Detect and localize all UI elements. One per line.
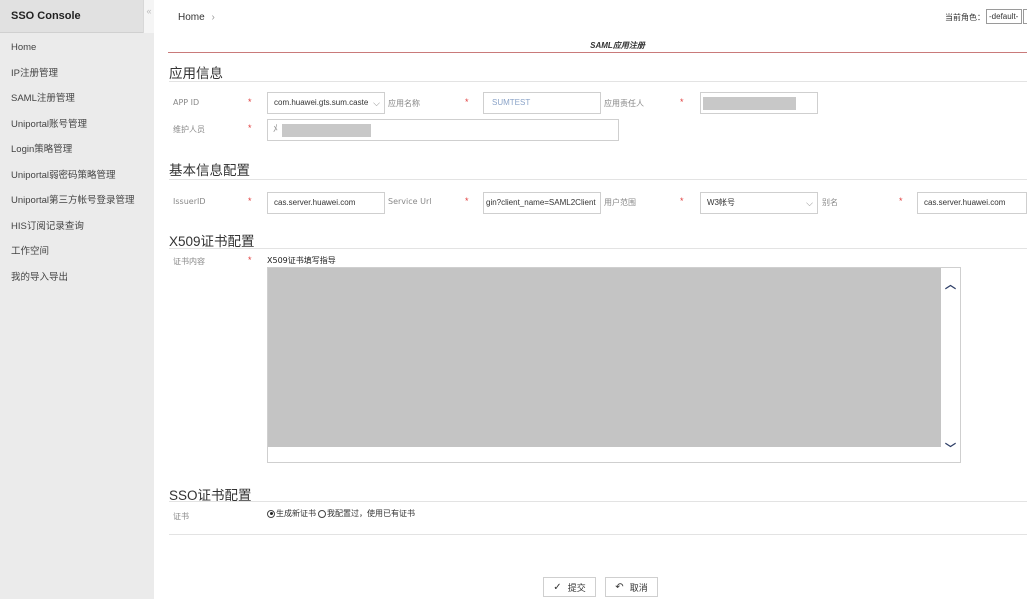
sidebar-header: SSO Console « <box>0 0 154 33</box>
alias-input[interactable]: cas.server.huawei.com <box>917 192 1027 214</box>
section-title-basic-config: 基本信息配置 <box>169 163 250 178</box>
radio-new-cert-label[interactable]: 生成新证书 <box>276 508 316 519</box>
cert-content-label: 证书内容 <box>173 257 205 266</box>
cert-label: 证书 <box>173 512 189 521</box>
section-divider <box>169 534 1027 535</box>
role-select-secondary[interactable] <box>1023 9 1027 24</box>
sidebar-item-home[interactable]: Home <box>0 35 154 61</box>
required-mark: * <box>248 123 252 133</box>
top-bar: Home › 当前角色： -default- <box>154 0 1027 34</box>
section-divider <box>169 179 1027 180</box>
user-scope-select[interactable]: W3帐号 ⌵ <box>700 192 818 214</box>
owner-input[interactable] <box>700 92 818 114</box>
alias-label: 别名 <box>822 198 838 207</box>
cert-option-group: 生成新证书 我配置过，使用已有证书 <box>267 508 415 519</box>
sso-console-app: SSO Console « Home IP注册管理 SAML注册管理 Unipo… <box>0 0 1027 599</box>
app-name-label: 应用名称 <box>388 99 420 108</box>
sidebar-nav: Home IP注册管理 SAML注册管理 Uniportal账号管理 Login… <box>0 33 154 290</box>
redacted-owner <box>703 97 796 110</box>
maintainer-label: 维护人员 <box>173 125 205 134</box>
issuer-id-input[interactable]: cas.server.huawei.com <box>267 192 385 214</box>
redacted-cert-content <box>268 268 941 447</box>
app-id-label: APP ID <box>173 98 200 107</box>
required-mark: * <box>248 255 252 265</box>
redacted-maintainer <box>282 124 371 137</box>
chevron-down-icon: ⌵ <box>373 98 380 108</box>
app-title: SSO Console <box>11 10 81 22</box>
section-divider <box>169 501 1027 502</box>
x509-guide-link[interactable]: X509证书填写指导 <box>267 255 336 266</box>
service-url-label: Service Url <box>388 197 432 206</box>
required-mark: * <box>680 97 684 107</box>
sidebar-item-import-export[interactable]: 我的导入导出 <box>0 265 154 291</box>
required-mark: * <box>465 97 469 107</box>
cert-content-textarea[interactable]: ︿ ﹀ <box>267 267 961 463</box>
sidebar: SSO Console « Home IP注册管理 SAML注册管理 Unipo… <box>0 0 154 599</box>
required-mark: * <box>465 196 469 206</box>
collapse-sidebar-icon[interactable]: « <box>143 0 154 33</box>
page-title-text: SAML应用注册 <box>590 41 645 50</box>
scroll-up-icon[interactable]: ︿ <box>943 276 958 292</box>
section-divider <box>169 81 1027 82</box>
chevron-right-icon: › <box>211 12 215 23</box>
radio-existing-cert-label[interactable]: 我配置过，使用已有证书 <box>327 508 415 519</box>
user-icon: ﾒ <box>273 124 278 135</box>
sidebar-item-third-party-login[interactable]: Uniportal第三方帐号登录管理 <box>0 188 154 214</box>
radio-existing-cert[interactable] <box>318 509 326 518</box>
cancel-button[interactable]: ↶ 取消 <box>605 577 658 597</box>
radio-new-cert[interactable] <box>267 509 275 518</box>
scroll-down-icon[interactable]: ﹀ <box>943 440 958 456</box>
sidebar-item-uniportal-accounts[interactable]: Uniportal账号管理 <box>0 112 154 138</box>
check-icon: ✓ <box>553 581 562 593</box>
breadcrumb-home-link[interactable]: Home <box>178 12 205 23</box>
breadcrumb: Home › <box>178 12 215 23</box>
sidebar-item-saml-registration[interactable]: SAML注册管理 <box>0 86 154 112</box>
app-id-value: com.huawei.gts.sum.caste <box>274 98 369 107</box>
maintainer-input[interactable]: ﾒ <box>267 119 619 141</box>
service-url-input[interactable]: gin?client_name=SAML2Client <box>483 192 601 214</box>
required-mark: * <box>248 97 252 107</box>
sidebar-item-weak-password-policy[interactable]: Uniportal弱密码策略管理 <box>0 163 154 189</box>
user-scope-value: W3帐号 <box>707 198 735 207</box>
section-divider <box>169 248 1027 249</box>
app-id-select[interactable]: com.huawei.gts.sum.caste ⌵ <box>267 92 385 114</box>
page-title: SAML应用注册 <box>168 38 1027 53</box>
sidebar-item-his-subscription[interactable]: HIS订阅记录查询 <box>0 214 154 240</box>
sidebar-item-login-policy[interactable]: Login策略管理 <box>0 137 154 163</box>
section-title-x509: X509证书配置 <box>169 234 255 249</box>
main-content: SAML应用注册 应用信息 APP ID * com.huawei.gts.su… <box>154 34 1027 599</box>
owner-label: 应用责任人 <box>604 99 644 108</box>
sidebar-item-workspace[interactable]: 工作空间 <box>0 239 154 265</box>
section-title-app-info: 应用信息 <box>169 66 223 81</box>
app-name-input[interactable]: SUMTEST <box>483 92 601 114</box>
required-mark: * <box>680 196 684 206</box>
role-select[interactable]: -default- <box>986 9 1022 24</box>
submit-label: 提交 <box>567 583 586 594</box>
submit-button[interactable]: ✓ 提交 <box>543 577 596 597</box>
sidebar-item-ip-registration[interactable]: IP注册管理 <box>0 61 154 87</box>
user-scope-label: 用户范围 <box>604 198 636 207</box>
issuer-id-label: IssuerID <box>173 197 206 206</box>
required-mark: * <box>899 196 903 206</box>
cancel-label: 取消 <box>629 583 648 594</box>
current-role-label: 当前角色： <box>945 13 985 22</box>
chevron-down-icon: ⌵ <box>806 198 813 208</box>
undo-arrow-icon: ↶ <box>615 581 624 593</box>
required-mark: * <box>248 196 252 206</box>
